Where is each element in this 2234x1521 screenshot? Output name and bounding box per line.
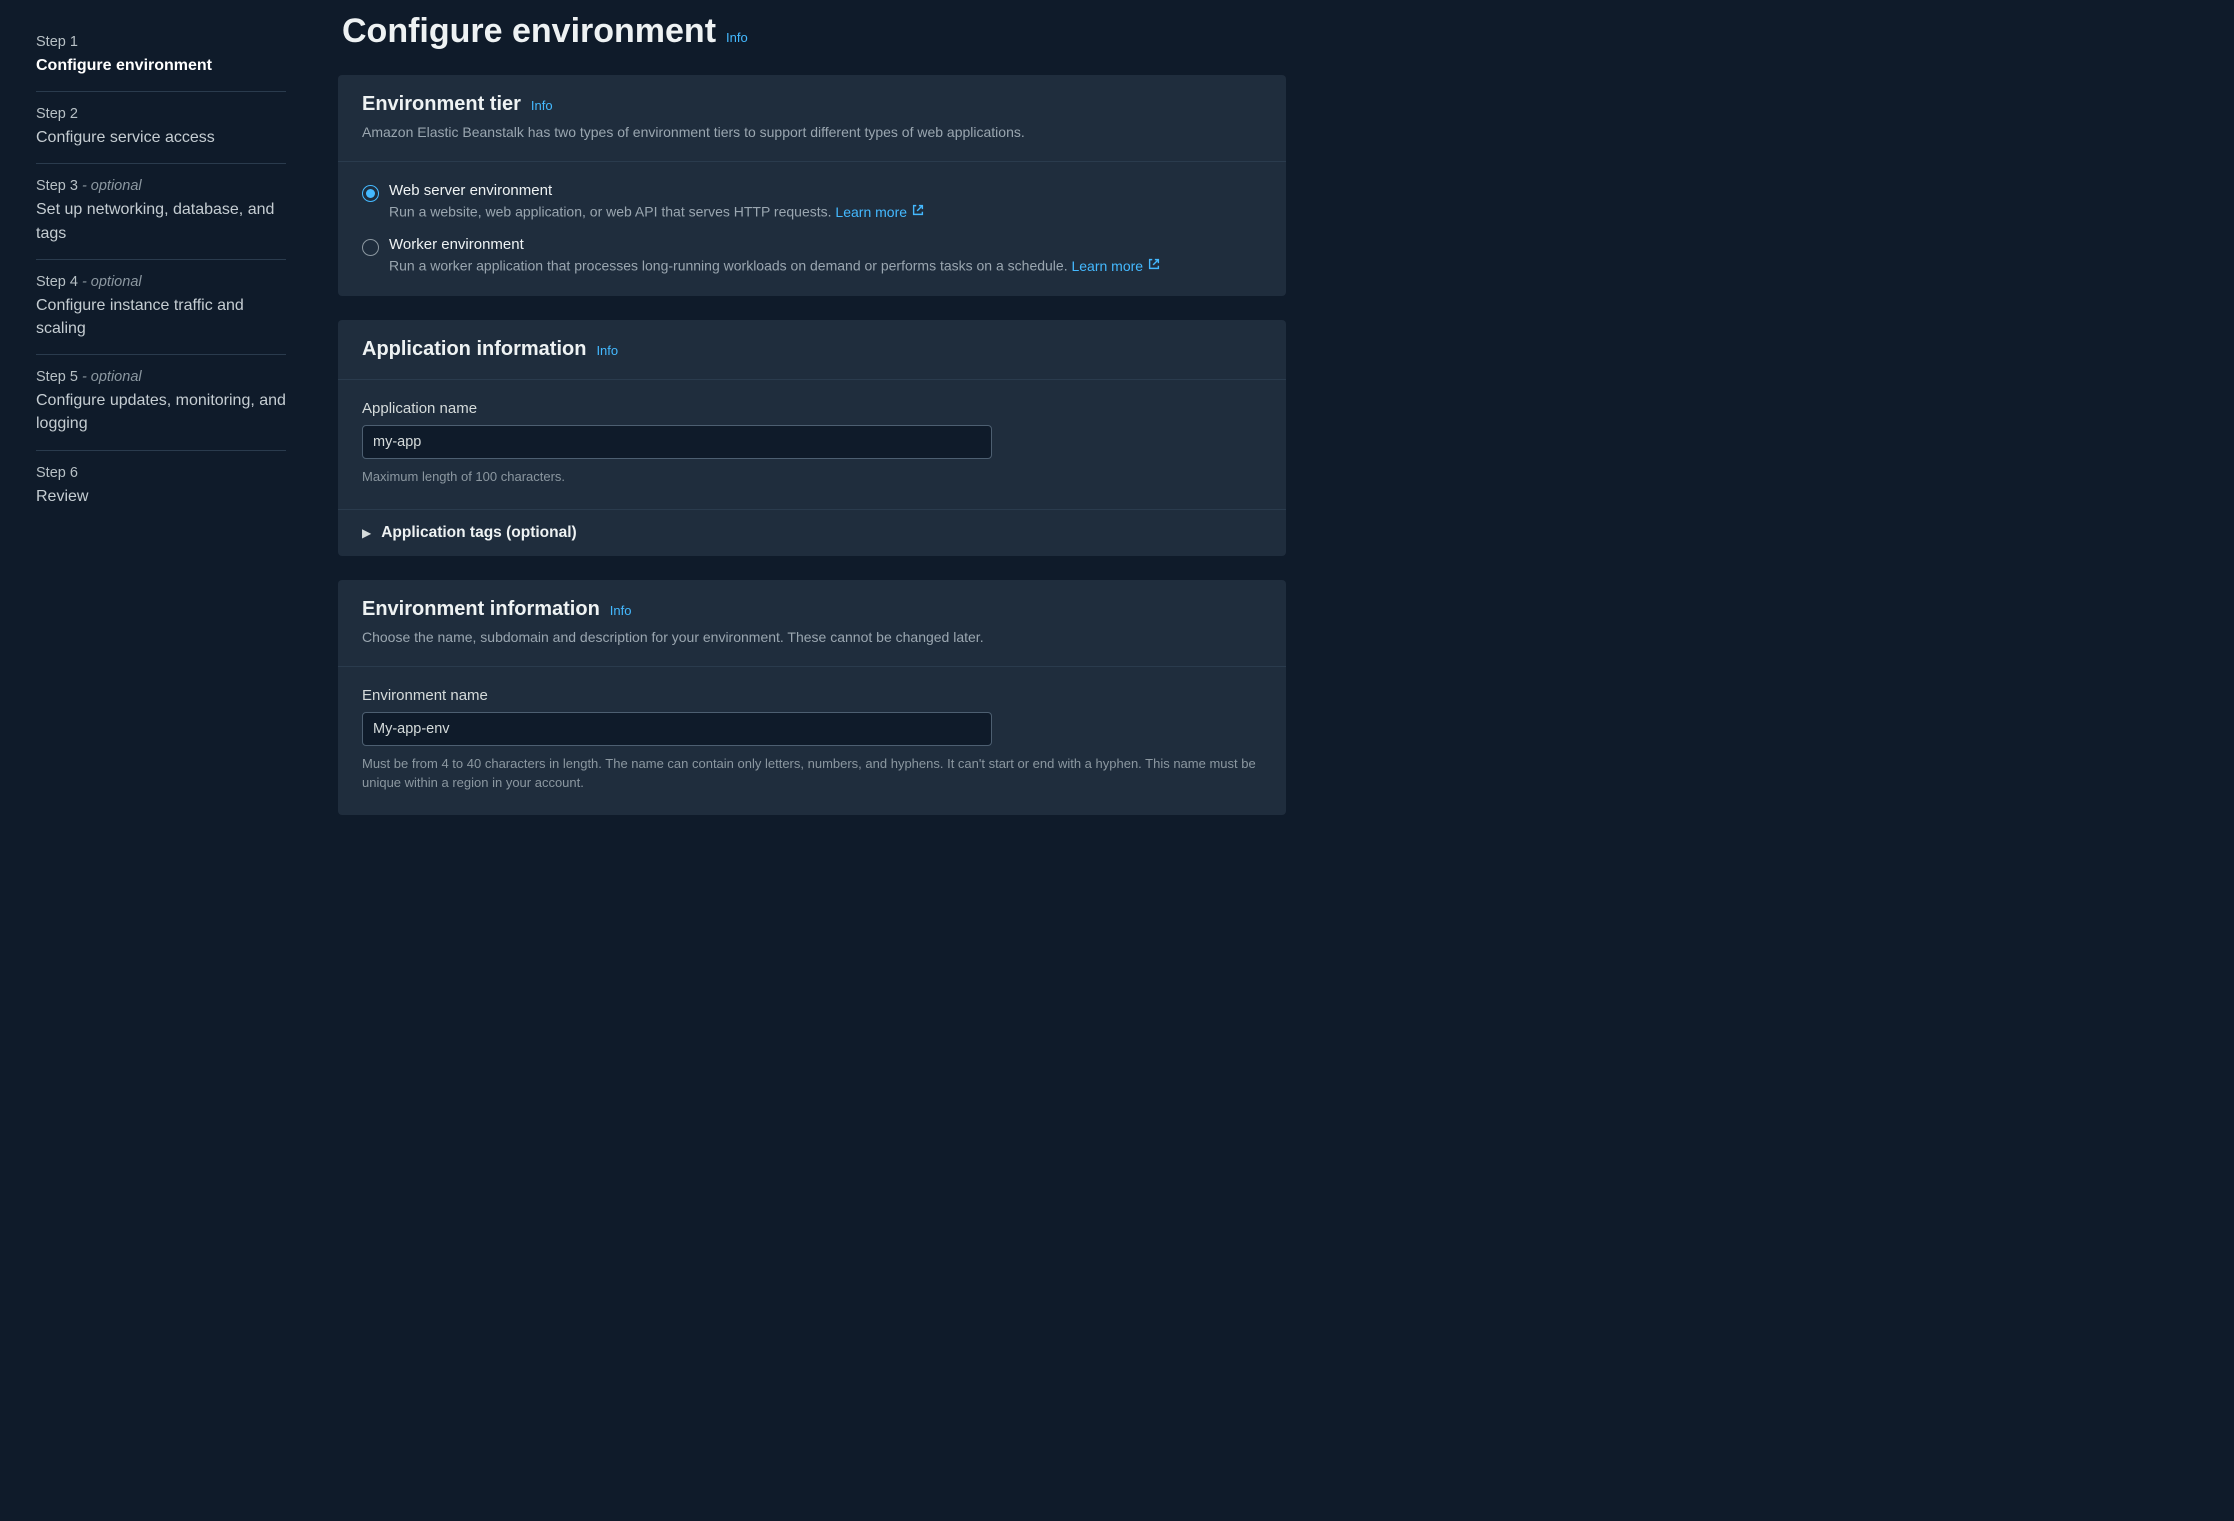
- step-label: Step 4: [36, 274, 78, 290]
- step-title: Set up networking, database, and tags: [36, 198, 286, 244]
- panel-body: Environment name Must be from 4 to 40 ch…: [338, 667, 1286, 815]
- environment-name-helper: Must be from 4 to 40 characters in lengt…: [362, 754, 1262, 793]
- step-optional: - optional: [78, 369, 142, 385]
- page-title: Configure environment: [342, 12, 716, 51]
- radio-worker[interactable]: Worker environment Run a worker applicat…: [362, 236, 1262, 274]
- panel-subtitle: Amazon Elastic Beanstalk has two types o…: [362, 122, 1262, 143]
- sidebar-step-1[interactable]: Step 1 Configure environment: [36, 20, 286, 92]
- sidebar-step-2[interactable]: Step 2 Configure service access: [36, 92, 286, 164]
- env-tier-radio-group: Web server environment Run a website, we…: [338, 162, 1286, 296]
- application-name-helper: Maximum length of 100 characters.: [362, 467, 1262, 487]
- sidebar-step-5[interactable]: Step 5 - optional Configure updates, mon…: [36, 355, 286, 450]
- page-title-row: Configure environment Info: [338, 12, 1286, 51]
- wizard-steps-sidebar: Step 1 Configure environment Step 2 Conf…: [0, 0, 310, 1521]
- panel-body: Application name Maximum length of 100 c…: [338, 380, 1286, 509]
- application-name-input[interactable]: [362, 425, 992, 459]
- step-title: Configure updates, monitoring, and loggi…: [36, 389, 286, 435]
- application-tags-expand[interactable]: ▶ Application tags (optional): [338, 509, 1286, 556]
- triangle-right-icon: ▶: [362, 526, 371, 540]
- radio-web-server[interactable]: Web server environment Run a website, we…: [362, 182, 1262, 220]
- learn-more-link[interactable]: Learn more: [835, 203, 925, 220]
- panel-title: Application information: [362, 338, 586, 361]
- panel-subtitle: Choose the name, subdomain and descripti…: [362, 627, 1262, 648]
- application-information-panel: Application information Info Application…: [338, 320, 1286, 556]
- step-label: Step 5: [36, 369, 78, 385]
- panel-header: Application information Info: [338, 320, 1286, 380]
- environment-name-label: Environment name: [362, 687, 1262, 704]
- radio-description: Run a worker application that processes …: [389, 257, 1161, 274]
- sidebar-step-3[interactable]: Step 3 - optional Set up networking, dat…: [36, 164, 286, 259]
- application-tags-label: Application tags (optional): [381, 524, 576, 542]
- radio-label: Web server environment: [389, 182, 925, 199]
- panel-title: Environment tier: [362, 93, 521, 116]
- panel-header: Environment information Info Choose the …: [338, 580, 1286, 667]
- step-title: Configure instance traffic and scaling: [36, 294, 286, 340]
- external-link-icon: [1147, 257, 1161, 274]
- app-info-link[interactable]: Info: [596, 343, 618, 358]
- step-label: Step 6: [36, 465, 78, 481]
- step-title: Configure environment: [36, 54, 286, 77]
- radio-indicator-icon: [362, 185, 379, 202]
- environment-name-input[interactable]: [362, 712, 992, 746]
- environment-tier-panel: Environment tier Info Amazon Elastic Bea…: [338, 75, 1286, 296]
- panel-title: Environment information: [362, 598, 600, 621]
- step-title: Review: [36, 485, 286, 508]
- step-label: Step 1: [36, 34, 78, 50]
- application-name-label: Application name: [362, 400, 1262, 417]
- panel-header: Environment tier Info Amazon Elastic Bea…: [338, 75, 1286, 162]
- step-optional: - optional: [78, 178, 142, 194]
- radio-description: Run a website, web application, or web A…: [389, 203, 925, 220]
- learn-more-link[interactable]: Learn more: [1071, 257, 1161, 274]
- step-label: Step 3: [36, 178, 78, 194]
- external-link-icon: [911, 203, 925, 220]
- radio-indicator-icon: [362, 239, 379, 256]
- environment-information-panel: Environment information Info Choose the …: [338, 580, 1286, 815]
- main-content: Configure environment Info Environment t…: [310, 0, 1310, 1521]
- env-info-link[interactable]: Info: [610, 603, 632, 618]
- radio-label: Worker environment: [389, 236, 1161, 253]
- step-label: Step 2: [36, 106, 78, 122]
- step-title: Configure service access: [36, 126, 286, 149]
- sidebar-step-4[interactable]: Step 4 - optional Configure instance tra…: [36, 260, 286, 355]
- step-optional: - optional: [78, 274, 142, 290]
- sidebar-step-6[interactable]: Step 6 Review: [36, 451, 286, 522]
- env-tier-info-link[interactable]: Info: [531, 98, 553, 113]
- page-info-link[interactable]: Info: [726, 30, 748, 45]
